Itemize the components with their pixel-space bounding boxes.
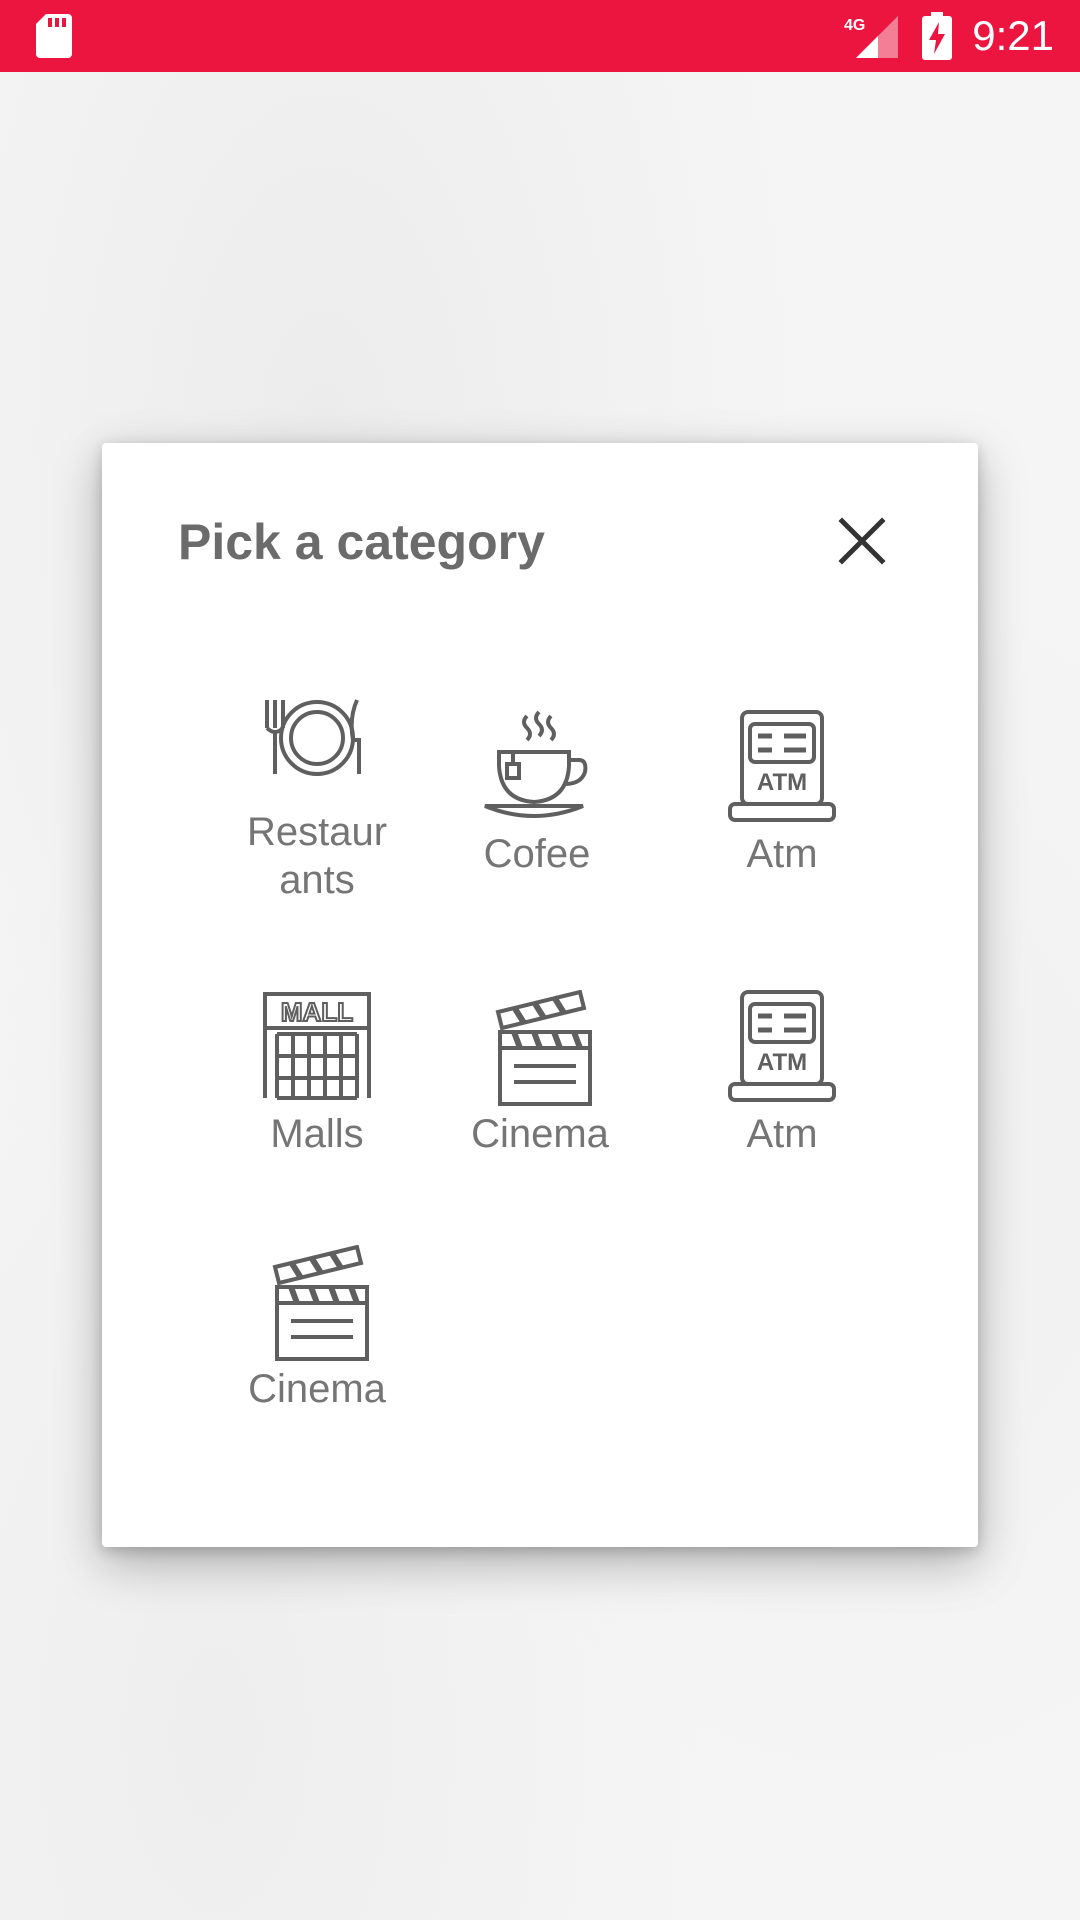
category-coffee[interactable]: Cofee [417, 710, 657, 878]
category-restaurants[interactable]: Restaur ants [197, 688, 437, 904]
signal-icon: 4G [844, 16, 898, 58]
status-bar: 4G 9:21 [0, 0, 1080, 72]
sd-card-icon [36, 14, 72, 58]
svg-text:ATM: ATM [757, 769, 807, 796]
category-label: Atm [746, 1112, 818, 1156]
category-grid: Restaur ants Cofee ATM Atm MALL Malls Ci… [102, 443, 978, 1547]
atm-icon: ATM [728, 710, 836, 822]
battery-charging-icon [922, 12, 952, 60]
svg-text:ATM: ATM [757, 1049, 807, 1076]
category-label: Cofee [483, 832, 591, 876]
category-label: Restaur ants [246, 810, 388, 902]
category-cinema[interactable]: Cinema [420, 990, 660, 1158]
svg-text:MALL: MALL [281, 997, 353, 1027]
category-label: Atm [746, 832, 818, 876]
status-time: 9:21 [972, 12, 1054, 59]
category-label: Malls [270, 1112, 364, 1156]
coffee-cup-icon [484, 710, 588, 818]
mall-icon: MALL [263, 992, 371, 1100]
clapperboard-icon [495, 990, 592, 1106]
clapperboard-icon [272, 1245, 369, 1361]
svg-text:4G: 4G [844, 17, 865, 34]
restaurant-icon [265, 699, 361, 776]
category-cinema[interactable]: Cinema [197, 1245, 437, 1413]
category-atm[interactable]: ATM Atm [662, 990, 902, 1158]
category-dialog: Pick a category Restaur ants Cofee ATM A… [102, 443, 978, 1547]
category-label: Cinema [471, 1112, 609, 1156]
category-atm[interactable]: ATM Atm [662, 710, 902, 878]
category-malls[interactable]: MALL Malls [197, 990, 437, 1158]
atm-icon: ATM [728, 990, 836, 1102]
category-label: Cinema [248, 1367, 386, 1411]
